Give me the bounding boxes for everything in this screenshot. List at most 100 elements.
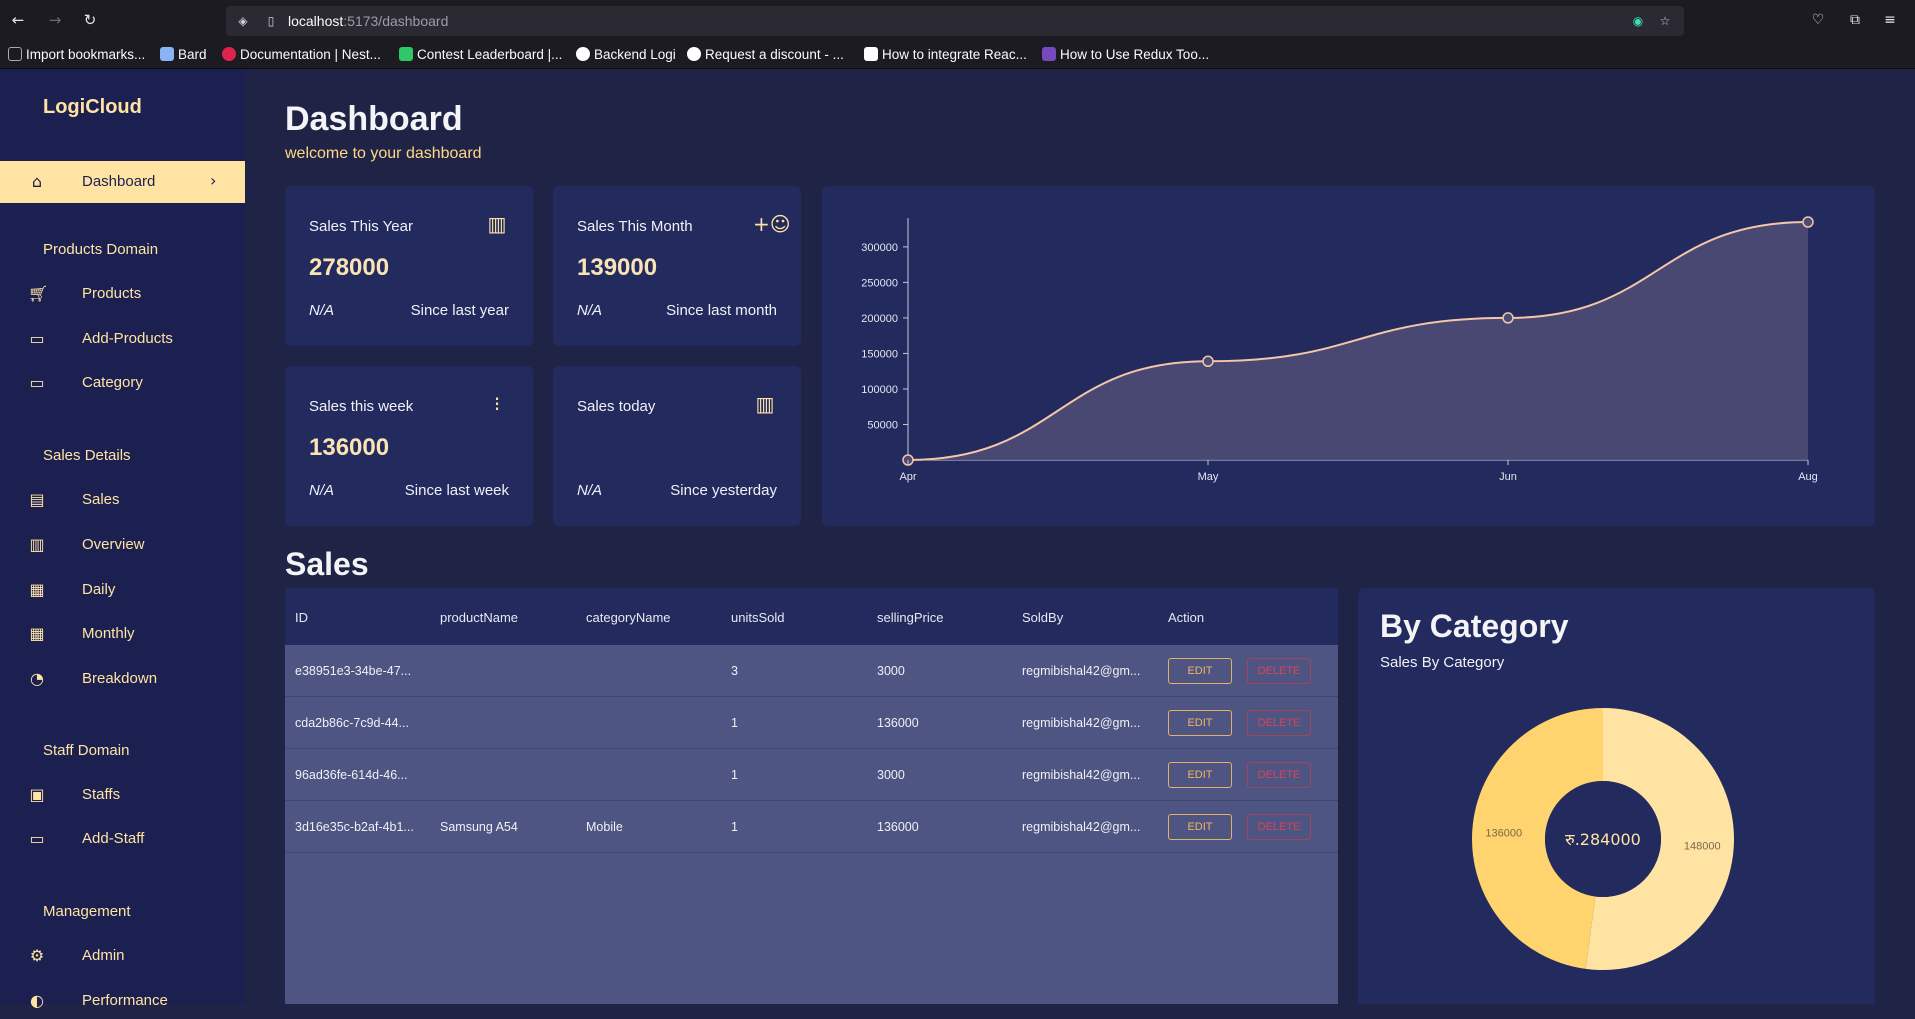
performance-icon: ◐ bbox=[30, 991, 44, 1010]
sidebar-item-add-products[interactable]: ▭ Add-Products bbox=[0, 321, 245, 357]
stat-change: N/A bbox=[309, 482, 335, 499]
menu-icon[interactable]: ≡ bbox=[1881, 11, 1899, 29]
bookmark-item[interactable]: Import bookmarks... bbox=[8, 47, 145, 62]
bookmarks-bar: Import bookmarks... Bard Documentation |… bbox=[0, 42, 1915, 69]
sidebar-item-label: Overview bbox=[82, 536, 145, 553]
stat-title: Sales today bbox=[577, 398, 656, 415]
forward-icon[interactable]: → bbox=[46, 11, 64, 29]
section-management: Management bbox=[43, 903, 131, 920]
column-header-productname[interactable]: productName bbox=[440, 610, 518, 625]
sidebar-item-label: Add-Staff bbox=[82, 830, 145, 847]
edit-button[interactable]: EDIT bbox=[1168, 762, 1232, 788]
github-icon bbox=[687, 47, 701, 61]
edit-button[interactable]: EDIT bbox=[1168, 814, 1232, 840]
sidebar-item-dashboard[interactable]: ⌂ Dashboard › bbox=[0, 161, 245, 203]
brand-logo[interactable]: LogiCloud bbox=[43, 96, 142, 119]
column-header-unitssold[interactable]: unitsSold bbox=[731, 610, 784, 625]
sidebar-item-breakdown[interactable]: ◔ Breakdown bbox=[0, 661, 245, 697]
bookmark-item[interactable]: Backend Logi bbox=[576, 47, 676, 62]
card-add-icon: ▭ bbox=[29, 373, 45, 392]
sidebar-item-label: Add-Products bbox=[82, 330, 173, 347]
edit-button[interactable]: EDIT bbox=[1168, 658, 1232, 684]
bard-icon bbox=[160, 47, 174, 61]
stat-value: 278000 bbox=[309, 254, 390, 281]
sidebar-item-performance[interactable]: ◐ Performance bbox=[0, 983, 245, 1019]
cell-price: 136000 bbox=[877, 820, 919, 834]
edit-button[interactable]: EDIT bbox=[1168, 710, 1232, 736]
reload-icon[interactable]: ↻ bbox=[81, 11, 99, 29]
bookmark-item[interactable]: Bard bbox=[160, 47, 207, 62]
delete-button[interactable]: DELETE bbox=[1247, 762, 1311, 788]
pocket-icon[interactable]: ♡ bbox=[1809, 11, 1827, 29]
redux-icon bbox=[1042, 47, 1056, 61]
shield-icon[interactable]: ◈ bbox=[236, 14, 250, 28]
column-header-id[interactable]: ID bbox=[295, 610, 308, 625]
delete-button[interactable]: DELETE bbox=[1247, 658, 1311, 684]
table-row[interactable]: 96ad36fe-614d-46... 1 3000 regmibishal42… bbox=[285, 749, 1338, 801]
sidebar-item-daily[interactable]: ▦ Daily bbox=[0, 572, 245, 608]
data-point[interactable] bbox=[1502, 312, 1514, 324]
sidebar-item-label: Category bbox=[82, 374, 143, 391]
category-pie-chart: 148000 136000 रु.284000 bbox=[1472, 708, 1735, 970]
sidebar-item-overview[interactable]: ▥ Overview bbox=[0, 527, 245, 563]
cell-price: 136000 bbox=[877, 716, 919, 730]
column-header-categoryname[interactable]: categoryName bbox=[586, 610, 671, 625]
column-header-sellingprice[interactable]: sellingPrice bbox=[877, 610, 943, 625]
data-point[interactable] bbox=[1202, 355, 1214, 367]
delete-button[interactable]: DELETE bbox=[1247, 710, 1311, 736]
sidebar-item-add-staff[interactable]: ▭ Add-Staff bbox=[0, 821, 245, 857]
chevron-right-icon: › bbox=[210, 171, 217, 190]
sales-table: ID productName categoryName unitsSold se… bbox=[285, 588, 1338, 1004]
stat-title: Sales this week bbox=[309, 398, 414, 415]
category-card: By Category Sales By Category 148000 1360… bbox=[1358, 588, 1875, 1004]
pie-chart-icon: ◔ bbox=[30, 669, 44, 688]
sidebar-item-label: Sales bbox=[82, 491, 120, 508]
sales-line-chart-card: 50000 100000 150000 200000 250000 300000 Apr Ma… bbox=[822, 186, 1875, 526]
cell-category: Mobile bbox=[586, 820, 623, 834]
stat-card-month: Sales This Month +☺ 139000 N/A Since las… bbox=[553, 186, 801, 346]
url-bar[interactable]: ◈ ▯ localhost:5173/dashboard ◉ ☆ bbox=[226, 6, 1684, 36]
stat-change: N/A bbox=[309, 302, 335, 319]
stat-value: 139000 bbox=[577, 254, 658, 281]
bookmark-item[interactable]: How to Use Redux Too... bbox=[1042, 47, 1209, 62]
extensions-icon[interactable]: ⧉ bbox=[1846, 11, 1864, 29]
bookmark-item[interactable]: Documentation | Nest... bbox=[222, 47, 381, 62]
sidebar-item-label: Performance bbox=[82, 992, 168, 1009]
page-subtitle: welcome to your dashboard bbox=[285, 145, 482, 162]
y-tick-label: 200000 bbox=[861, 313, 898, 325]
pie-slice-label: 136000 bbox=[1485, 827, 1522, 839]
star-icon[interactable]: ☆ bbox=[1658, 14, 1672, 28]
table-row[interactable]: 3d16e35c-b2af-4b1... Samsung A54 Mobile … bbox=[285, 801, 1338, 853]
sidebar-item-monthly[interactable]: ▦ Monthly bbox=[0, 616, 245, 652]
cell-id: cda2b86c-7c9d-44... bbox=[295, 716, 409, 730]
data-point[interactable] bbox=[1802, 216, 1814, 228]
x-tick-label: May bbox=[1198, 471, 1219, 483]
back-icon[interactable]: ← bbox=[9, 11, 27, 29]
cell-soldby: regmibishal42@gm... bbox=[1022, 768, 1141, 782]
sidebar-item-admin[interactable]: ⚙︎ Admin bbox=[0, 938, 245, 974]
sidebar-item-category[interactable]: ▭ Category bbox=[0, 365, 245, 401]
sidebar-item-label: Breakdown bbox=[82, 670, 158, 687]
cash-register-icon: ▥ bbox=[29, 535, 45, 554]
column-header-action[interactable]: Action bbox=[1168, 610, 1204, 625]
bookmark-item[interactable]: Request a discount - ... bbox=[687, 47, 844, 62]
cell-soldby: regmibishal42@gm... bbox=[1022, 820, 1141, 834]
donut-total: रु.284000 bbox=[1565, 830, 1641, 849]
column-header-soldby[interactable]: SoldBy bbox=[1022, 610, 1063, 625]
bookmark-item[interactable]: Contest Leaderboard |... bbox=[399, 47, 562, 62]
sidebar-item-products[interactable]: 🛒︎ Products bbox=[0, 276, 245, 312]
url-text[interactable]: localhost:5173/dashboard bbox=[288, 13, 448, 29]
stat-since: Since last year bbox=[410, 302, 509, 319]
badge-icon: ▣ bbox=[29, 785, 45, 804]
table-row[interactable]: e38951e3-34be-47... 3 3000 regmibishal42… bbox=[285, 645, 1338, 697]
cell-price: 3000 bbox=[877, 664, 905, 678]
bookmark-item[interactable]: How to integrate Reac... bbox=[864, 47, 1027, 62]
delete-button[interactable]: DELETE bbox=[1247, 814, 1311, 840]
sidebar-item-staffs[interactable]: ▣ Staffs bbox=[0, 777, 245, 813]
table-row[interactable]: cda2b86c-7c9d-44... 1 136000 regmibishal… bbox=[285, 697, 1338, 749]
sidebar-item-label: Admin bbox=[82, 947, 125, 964]
extension-icon[interactable]: ◉ bbox=[1631, 14, 1645, 28]
sidebar-item-sales[interactable]: ▤ Sales bbox=[0, 482, 245, 518]
stat-change: N/A bbox=[577, 302, 603, 319]
stat-change: N/A bbox=[577, 482, 603, 499]
